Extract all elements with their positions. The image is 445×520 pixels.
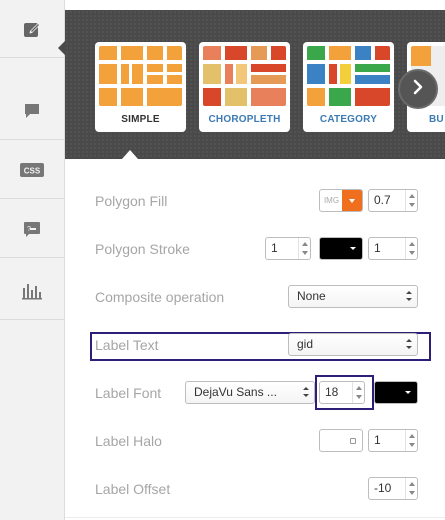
label-font-value: DejaVu Sans ...	[194, 385, 277, 399]
wizard-label: CATEGORY	[319, 114, 378, 125]
speech-bubble-icon	[23, 103, 41, 119]
wizard-category[interactable]: CATEGORY	[303, 42, 394, 132]
wizard-label: BU	[429, 114, 444, 125]
select-arrows-icon	[406, 339, 412, 349]
spinner-icon[interactable]	[405, 190, 417, 211]
wizard-label: SIMPLE	[121, 114, 160, 125]
category-thumbnail	[307, 46, 390, 106]
select-arrows-icon	[303, 387, 309, 397]
spinner-icon[interactable]	[405, 478, 417, 499]
simple-thumbnail	[99, 46, 182, 106]
select-arrows-icon	[406, 291, 412, 301]
stroke-width-value: 1	[271, 241, 278, 255]
bottom-divider	[65, 517, 445, 518]
composite-operation-select[interactable]: None	[288, 285, 418, 308]
composite-operation-row: Composite operation None	[95, 282, 435, 312]
label-offset-label: Label Offset	[95, 481, 171, 497]
wizard-next-button[interactable]	[398, 69, 438, 109]
img-text: IMG	[323, 196, 340, 205]
choropleth-thumbnail	[203, 46, 286, 106]
composite-operation-label: Composite operation	[95, 289, 225, 305]
label-halo-label: Label Halo	[95, 433, 162, 449]
label-font-select[interactable]: DejaVu Sans ...	[185, 381, 315, 404]
halo-color-picker[interactable]	[319, 429, 363, 452]
css-icon: CSS	[20, 162, 44, 177]
wizard-strip: SIMPLE CHOROPLETH CATEGORY BU	[65, 10, 445, 159]
empty-color-icon	[350, 438, 356, 444]
spinner-icon[interactable]	[405, 430, 417, 451]
label-font-row: Label Font DejaVu Sans ... 18	[95, 378, 435, 408]
wizard-label: CHOROPLETH	[208, 114, 281, 125]
halo-width-stepper[interactable]: 1	[368, 429, 418, 452]
chevron-right-icon	[412, 79, 424, 100]
label-text-value: gid	[297, 337, 314, 351]
left-sidebar: CSS ?	[0, 0, 65, 520]
composite-operation-value: None	[297, 289, 326, 303]
polygon-stroke-row: Polygon Stroke 1 1	[95, 234, 435, 264]
chevron-down-icon	[350, 247, 356, 250]
spinner-icon[interactable]	[298, 238, 310, 259]
label-font-label: Label Font	[95, 385, 162, 401]
label-text-select[interactable]: gid	[288, 333, 418, 356]
spinner-icon[interactable]	[405, 238, 417, 259]
label-halo-row: Label Halo 1	[95, 426, 435, 456]
sql-console-icon: ?	[23, 220, 41, 238]
sidebar-item-css[interactable]: CSS	[0, 141, 64, 199]
font-size-highlight	[315, 375, 374, 410]
label-font-color-picker[interactable]	[374, 381, 418, 404]
fill-opacity-value: 0.7	[374, 193, 391, 207]
sidebar-item-legends[interactable]	[0, 262, 64, 320]
svg-text:CSS: CSS	[24, 166, 41, 175]
sidebar-item-sql[interactable]: ?	[0, 200, 64, 258]
stroke-color-picker[interactable]	[319, 237, 363, 260]
stroke-opacity-stepper[interactable]: 1	[368, 237, 418, 260]
label-text-row: Label Text gid	[95, 330, 435, 360]
wizard-choropleth[interactable]: CHOROPLETH	[199, 42, 290, 132]
svg-text:?: ?	[27, 226, 31, 233]
stroke-opacity-value: 1	[374, 241, 381, 255]
selected-wizard-caret	[122, 150, 138, 159]
label-offset-stepper[interactable]: -10	[368, 477, 418, 500]
active-pointer	[58, 40, 66, 56]
polygon-fill-row: Polygon Fill IMG 0.7	[95, 186, 435, 216]
sidebar-item-infowindow[interactable]	[0, 82, 64, 140]
chevron-down-icon	[405, 391, 411, 394]
fill-opacity-stepper[interactable]: 0.7	[368, 189, 418, 212]
fill-color-dropdown-icon[interactable]	[342, 190, 362, 211]
polygon-stroke-label: Polygon Stroke	[95, 241, 190, 257]
bar-chart-icon	[22, 282, 42, 300]
stroke-width-stepper[interactable]: 1	[265, 237, 311, 260]
pencil-edit-icon	[23, 20, 41, 38]
halo-width-value: 1	[374, 433, 381, 447]
wizard-simple[interactable]: SIMPLE	[95, 42, 186, 132]
sidebar-item-wizards[interactable]	[0, 0, 64, 58]
label-offset-value: -10	[374, 481, 392, 495]
fill-image-picker[interactable]: IMG	[319, 189, 363, 212]
polygon-fill-label: Polygon Fill	[95, 193, 168, 209]
label-text-label: Label Text	[95, 337, 159, 353]
label-offset-row: Label Offset -10	[95, 474, 435, 504]
